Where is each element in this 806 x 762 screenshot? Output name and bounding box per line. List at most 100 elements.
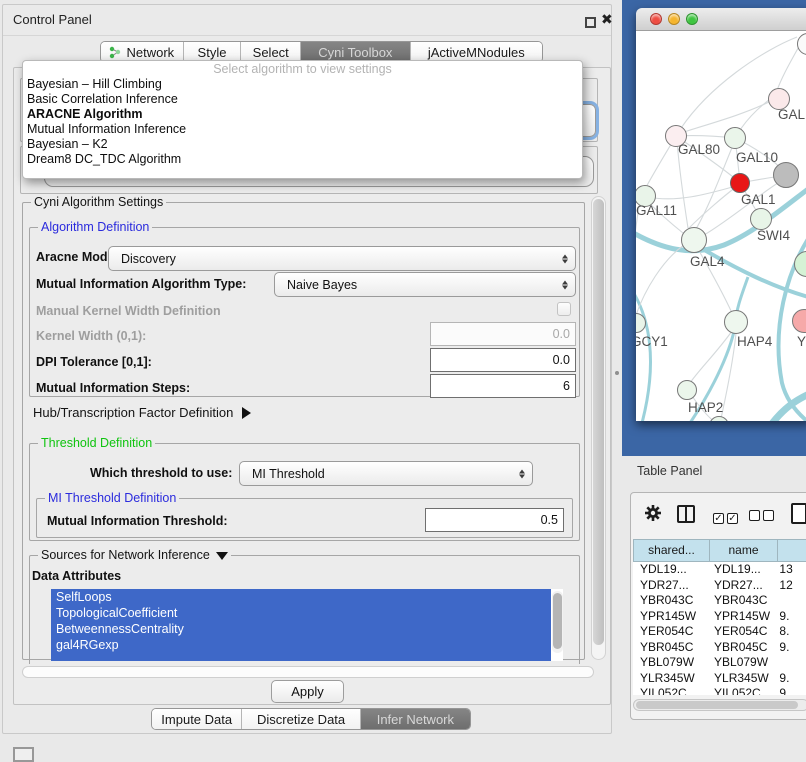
tab-style[interactable]: Style <box>183 42 241 62</box>
collapse-arrow-icon <box>216 552 228 560</box>
network-window-titlebar[interactable] <box>636 8 806 31</box>
threshold-definition-group: Threshold Definition Which threshold to … <box>29 443 580 541</box>
node-label-gal80: GAL80 <box>678 142 720 157</box>
node-hap2[interactable] <box>677 380 697 400</box>
attribute-item-partial[interactable] <box>51 653 551 661</box>
tab-jactivemnodules[interactable]: jActiveMNodules <box>410 42 542 62</box>
settings-vertical-scrollbar[interactable] <box>591 196 606 660</box>
kernel-width-label: Kernel Width (0,1): <box>36 329 146 343</box>
node-hap4[interactable] <box>724 310 748 334</box>
column-header-partial[interactable] <box>778 539 806 562</box>
scrollbar-thumb[interactable] <box>593 199 604 645</box>
tab-discretize-data[interactable]: Discretize Data <box>241 709 359 729</box>
node-gal10[interactable] <box>724 127 746 149</box>
network-icon <box>109 46 122 59</box>
cyni-settings-group-title: Cyni Algorithm Settings <box>31 195 166 209</box>
combobox-spinner-icon <box>519 469 525 478</box>
control-panel-title: Control Panel <box>13 12 92 27</box>
table-row[interactable]: YER054CYER054C8. <box>633 624 806 640</box>
cyni-mode-tabs: Impute Data Discretize Data Infer Networ… <box>151 708 471 730</box>
node-label-gal-partial: GAL <box>778 107 805 122</box>
minimize-traffic-icon[interactable] <box>668 13 680 25</box>
popup-item-mutual-information[interactable]: Mutual Information Inference <box>23 122 582 137</box>
mi-steps-field[interactable]: 6 <box>430 374 576 398</box>
column-header-name[interactable]: name <box>710 539 778 562</box>
tab-infer-network[interactable]: Infer Network <box>360 709 470 729</box>
settings-horizontal-scrollbar[interactable] <box>22 666 594 678</box>
sources-group-title[interactable]: Sources for Network Inference <box>38 548 231 562</box>
table-toolbar: ✓✓ <box>631 493 806 537</box>
mi-type-label: Mutual Information Algorithm Type: <box>36 277 246 291</box>
table-row[interactable]: YPR145WYPR145W9. <box>633 609 806 625</box>
popup-item-aracne[interactable]: ARACNE Algorithm <box>23 107 582 122</box>
select-all-columns-icon[interactable]: ✓✓ <box>713 508 741 526</box>
control-panel-window: Control Panel ✖ Network Style Select Cyn… <box>2 4 612 734</box>
attribute-item-betweennesscentrality[interactable]: BetweennessCentrality <box>51 621 551 637</box>
node-gal1-selected[interactable] <box>730 173 750 193</box>
aracne-mode-combobox[interactable]: Discovery <box>108 246 576 271</box>
table-body: YDL19...YDL19...13 YDR27...YDR27...12 YB… <box>633 562 806 695</box>
mi-steps-label: Mutual Information Steps: <box>36 381 190 395</box>
table-row[interactable]: YLR345WYLR345W9. <box>633 671 806 687</box>
attribute-item-gal4rgexp[interactable]: gal4RGexp <box>51 637 551 653</box>
popup-item-bayesian-hill[interactable]: Bayesian – Hill Climbing <box>23 77 582 92</box>
table-row[interactable]: YDL19...YDL19...13 <box>633 562 806 578</box>
scrollbar-thumb[interactable] <box>636 701 798 709</box>
popup-item-basic-correlation[interactable]: Basic Correlation Inference <box>23 92 582 107</box>
which-threshold-combobox[interactable]: MI Threshold <box>239 461 533 486</box>
close-traffic-icon[interactable] <box>650 13 662 25</box>
mi-threshold-field[interactable]: 0.5 <box>425 508 564 532</box>
mi-type-combobox[interactable]: Naive Bayes <box>274 272 576 297</box>
tab-impute-data[interactable]: Impute Data <box>152 709 241 729</box>
settings-scroll-viewport: Cyni Algorithm Settings Algorithm Defini… <box>16 194 608 664</box>
table-horizontal-scrollbar[interactable] <box>633 699 806 711</box>
combobox-spinner-icon <box>562 280 568 289</box>
document-icon[interactable] <box>791 503 806 524</box>
float-panel-icon[interactable] <box>585 17 596 28</box>
close-icon[interactable]: ✖ <box>601 11 613 28</box>
docked-panel-icon[interactable] <box>13 747 34 762</box>
node-swi4[interactable] <box>750 208 772 230</box>
cyni-algorithm-settings-group: Cyni Algorithm Settings Algorithm Defini… <box>22 202 585 660</box>
attribute-list-scrollbar[interactable] <box>552 591 563 653</box>
cyni-toolbox-panel: Select algorithm to view settings Bayesi… <box>13 67 611 705</box>
splitter-grip[interactable] <box>615 371 619 375</box>
algorithm-definition-group: Algorithm Definition Aracne Mode: Discov… <box>29 227 580 397</box>
table-row[interactable]: YDR27...YDR27...12 <box>633 578 806 594</box>
table-row[interactable]: YBR045CYBR045C9. <box>633 640 806 656</box>
tab-network[interactable]: Network <box>101 42 183 62</box>
attribute-item-selfloops[interactable]: SelfLoops <box>51 589 551 605</box>
network-view-frame: GAL80 GAL10 GAL GAL1 GAL11 SWI4 GAL4 GCY… <box>622 0 806 456</box>
zoom-traffic-icon[interactable] <box>686 13 698 25</box>
tab-select[interactable]: Select <box>240 42 300 62</box>
tab-cyni-toolbox[interactable]: Cyni Toolbox <box>300 42 410 62</box>
node-label-swi4: SWI4 <box>757 228 790 243</box>
popup-placeholder: Select algorithm to view settings <box>23 61 582 77</box>
table-row[interactable]: YIL052CYIL052C9. <box>633 686 806 695</box>
split-columns-icon[interactable] <box>677 505 695 523</box>
attribute-item-topologicalcoefficient[interactable]: TopologicalCoefficient <box>51 605 551 621</box>
node-label-gal4: GAL4 <box>690 254 725 269</box>
mi-threshold-group: MI Threshold Definition Mutual Informati… <box>36 498 573 538</box>
table-header-row: shared... name <box>633 539 806 562</box>
settings-gear-icon[interactable] <box>643 503 663 528</box>
kernel-width-field[interactable]: 0.0 <box>430 322 576 346</box>
manual-kernel-checkbox[interactable] <box>557 302 571 316</box>
table-panel: ✓✓ shared... name YDL19...YDL19...13 YDR… <box>630 492 806 720</box>
popup-item-dream8[interactable]: Dream8 DC_TDC Algorithm <box>23 152 582 167</box>
hub-definition-expander[interactable]: Hub/Transcription Factor Definition <box>33 405 251 420</box>
column-header-shared-name[interactable]: shared... <box>633 539 710 562</box>
titlebar-divider <box>3 35 611 36</box>
node-gray[interactable] <box>773 162 799 188</box>
dpi-tolerance-field[interactable]: 0.0 <box>430 348 576 372</box>
aracne-mode-label: Aracne Mode: <box>36 250 119 264</box>
table-row[interactable]: YBR043CYBR043C <box>633 593 806 609</box>
data-attributes-label: Data Attributes <box>32 569 121 583</box>
deselect-all-columns-icon[interactable] <box>749 508 777 526</box>
popup-item-bayesian-k2[interactable]: Bayesian – K2 <box>23 137 582 152</box>
node-label-gal1: GAL1 <box>741 192 776 207</box>
network-canvas[interactable]: GAL80 GAL10 GAL GAL1 GAL11 SWI4 GAL4 GCY… <box>636 31 806 421</box>
apply-button[interactable]: Apply <box>271 680 344 703</box>
node-gal4[interactable] <box>681 227 707 253</box>
table-row[interactable]: YBL079WYBL079W <box>633 655 806 671</box>
